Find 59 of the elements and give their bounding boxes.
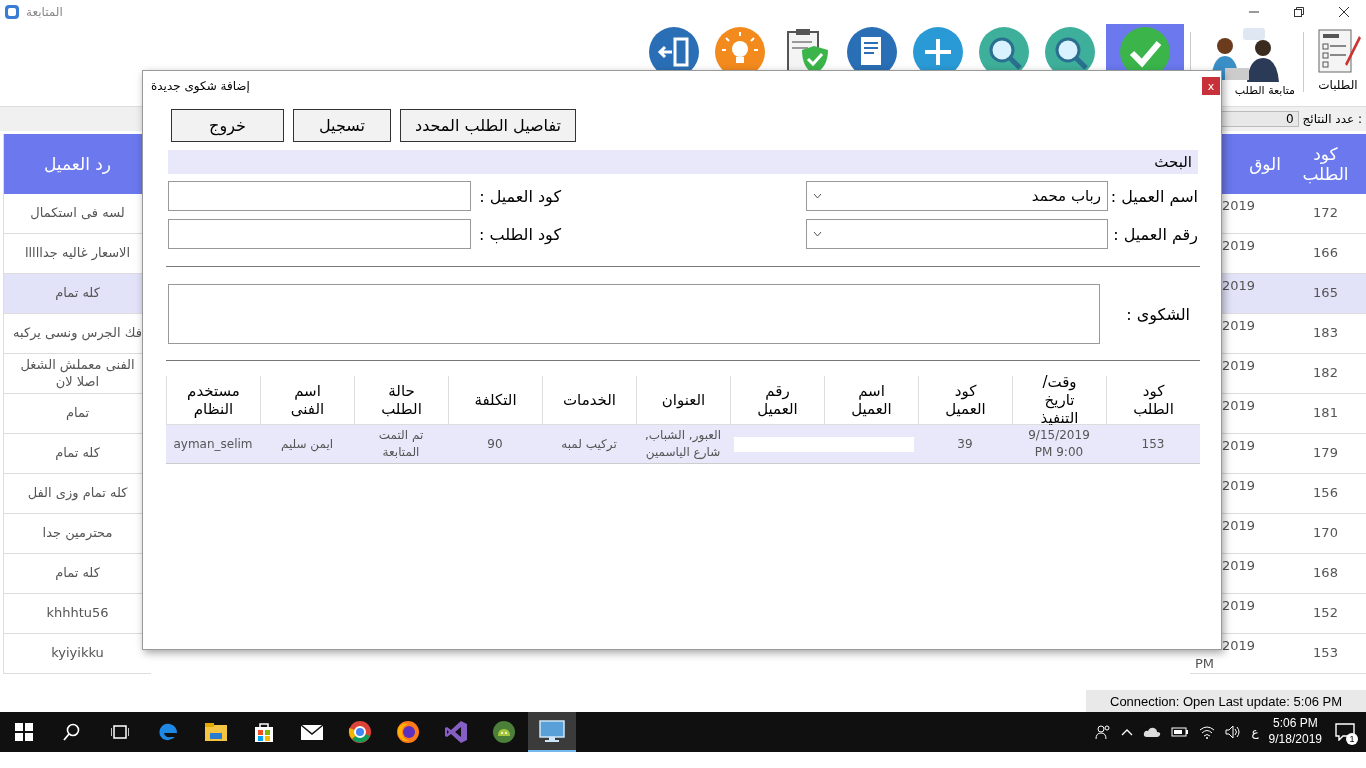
combo-box[interactable]: رباب محمد xyxy=(806,181,1108,211)
dialog-button[interactable]: خروج xyxy=(171,109,284,142)
table-cell: ايمن سليم xyxy=(260,425,354,464)
field-label: كود العميل : xyxy=(478,186,561,206)
combo-box[interactable] xyxy=(806,219,1108,249)
dialog-title: إضافة شكوى جديدة xyxy=(151,79,250,93)
volume-icon xyxy=(1225,725,1242,739)
table-cell: تركيب لمبه xyxy=(542,425,636,464)
dialog-button[interactable]: تفاصيل الطلب المحدد xyxy=(400,109,576,142)
envelope-icon xyxy=(300,723,324,741)
restore-icon xyxy=(1293,7,1304,17)
folder-icon xyxy=(204,722,228,742)
input-field[interactable] xyxy=(168,219,471,249)
search-icon xyxy=(63,723,81,741)
field-label: كود الطلب : xyxy=(477,224,561,244)
table-cell: تم التمت المتابعة xyxy=(354,425,448,464)
table-cell: 165 xyxy=(1285,274,1366,314)
dialog-button[interactable]: تسجيل xyxy=(293,109,391,142)
table-cell: PM xyxy=(1195,656,1215,671)
toolbar-button[interactable]: الطلبات xyxy=(1310,24,1366,104)
message-icon xyxy=(1335,723,1355,741)
close-button[interactable]: x xyxy=(1202,77,1220,95)
table-cell: 153 xyxy=(1106,425,1200,464)
cloud-icon xyxy=(1143,726,1162,738)
table-cell: 9/15/2019 PM 9:00 xyxy=(1012,425,1106,464)
table-cell: 39 xyxy=(918,425,1012,464)
android-robot-icon xyxy=(492,720,516,744)
browser-circle-icon xyxy=(348,720,372,744)
chevron-down-icon xyxy=(813,193,822,199)
notifications-button[interactable]: 1 xyxy=(1332,719,1358,745)
close-icon xyxy=(1338,7,1349,17)
table-cell: العبور, الشباب, شارع الياسمين xyxy=(636,425,730,464)
clock-time: 5:06 PM xyxy=(1272,716,1318,732)
table-cell: ayman_selim xyxy=(166,425,260,464)
shopping-bag-icon xyxy=(253,721,275,743)
people-icon xyxy=(1095,724,1112,740)
browser-e-icon xyxy=(157,721,179,743)
monitor-icon xyxy=(539,719,565,743)
windows-start-icon xyxy=(15,723,33,741)
complaint-field[interactable] xyxy=(168,284,1100,344)
battery-icon xyxy=(1171,726,1190,738)
chevron-up-icon xyxy=(1121,728,1134,736)
chevron-down-icon xyxy=(813,231,822,237)
input-field[interactable] xyxy=(168,181,471,211)
language-indicator[interactable]: ع xyxy=(1251,725,1259,739)
result-count-label: عدد النتائج : xyxy=(1302,112,1362,126)
table-cell: 90 xyxy=(448,425,542,464)
field-label: الشكوى : xyxy=(1125,304,1191,324)
column-header: كود الطلب xyxy=(1285,134,1366,194)
status-bar: Connection: Open Last update: 5:06 PM xyxy=(1086,690,1366,712)
taskbar-button[interactable] xyxy=(528,712,576,752)
section-header: البحث xyxy=(168,150,1198,174)
wifi-icon xyxy=(1199,725,1216,739)
infinity-logo-icon xyxy=(444,720,468,744)
fox-globe-icon xyxy=(396,720,420,744)
window-title: المتابعة xyxy=(26,5,63,19)
task-view-icon xyxy=(111,723,129,741)
app-icon xyxy=(4,4,20,20)
clock-date: 9/18/2019 xyxy=(1268,732,1322,748)
